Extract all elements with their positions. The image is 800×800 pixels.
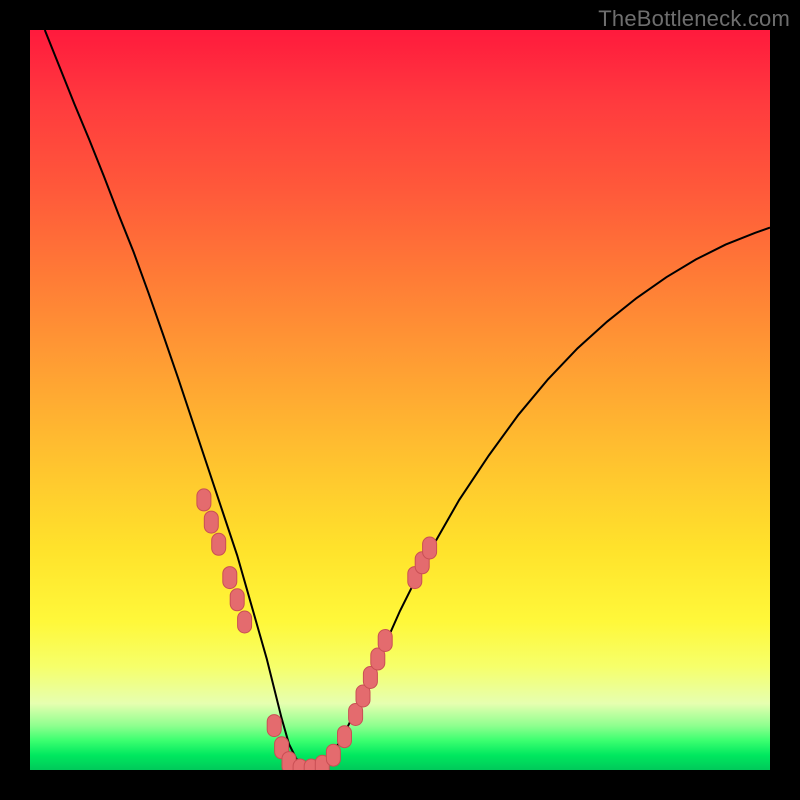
marker: [230, 589, 244, 611]
outer-frame: TheBottleneck.com: [0, 0, 800, 800]
highlight-markers: [197, 489, 437, 770]
chart-svg: [30, 30, 770, 770]
marker: [197, 489, 211, 511]
watermark-text: TheBottleneck.com: [598, 6, 790, 32]
marker: [212, 533, 226, 555]
marker: [423, 537, 437, 559]
marker: [238, 611, 252, 633]
marker: [267, 715, 281, 737]
marker: [204, 511, 218, 533]
marker: [338, 726, 352, 748]
marker: [378, 630, 392, 652]
plot-area: [30, 30, 770, 770]
marker: [223, 567, 237, 589]
bottleneck-curve: [45, 30, 770, 770]
marker: [326, 744, 340, 766]
